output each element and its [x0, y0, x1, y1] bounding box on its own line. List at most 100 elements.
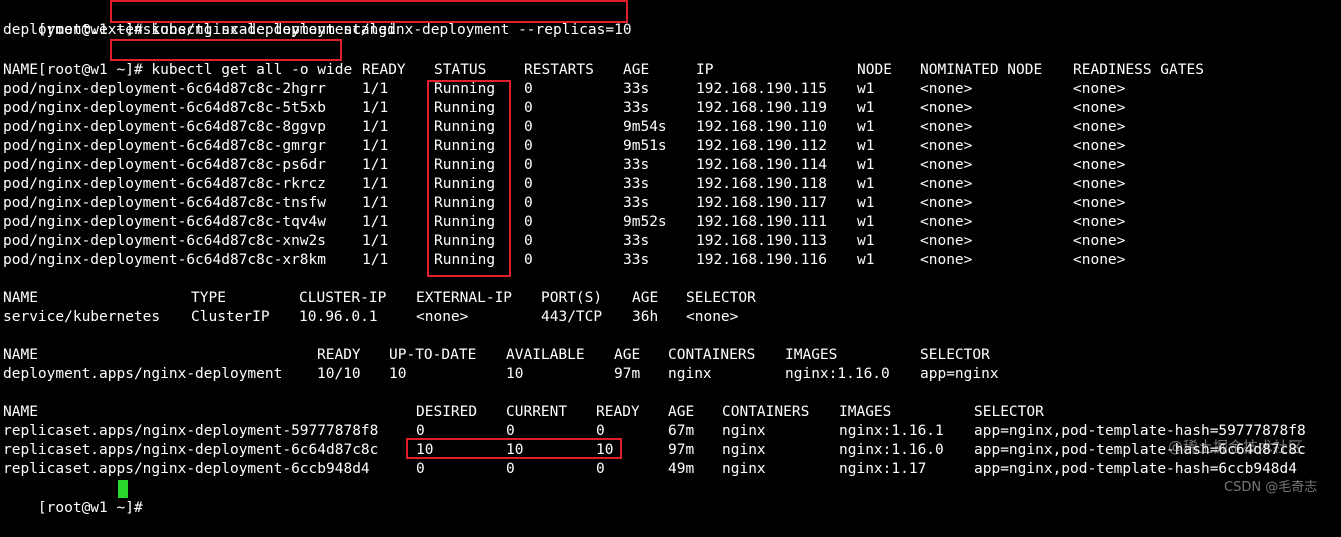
pod-row-cell: 1/1: [362, 100, 389, 116]
pod-row-cell: 33s: [623, 157, 650, 173]
watermark-csdn: CSDN @毛奇志: [1224, 480, 1318, 495]
pod-row-cell: <none>: [920, 100, 973, 116]
pods-header-row-cell: READINESS GATES: [1073, 62, 1204, 78]
pod-row-cell: pod/nginx-deployment-6c64d87c8c-gmrgr: [3, 138, 327, 154]
service-row-cell: service/kubernetes: [3, 309, 161, 325]
pod-row-cell: 0: [524, 119, 533, 135]
replicaset-row-cell: replicaset.apps/nginx-deployment-5977787…: [3, 423, 379, 439]
pod-row-cell: 192.168.190.113: [696, 233, 827, 249]
pods-header-row-cell: IP: [696, 62, 714, 78]
pod-row-cell: <none>: [920, 138, 973, 154]
svc-header-row-cell: PORT(S): [541, 290, 603, 306]
service-row-cell: <none>: [686, 309, 739, 325]
prompt: [root@w1 ~]#: [37, 500, 143, 516]
deployment-row-cell: nginx: [668, 366, 712, 382]
pod-row-cell: <none>: [920, 81, 973, 97]
pod-row-cell: 192.168.190.119: [696, 100, 827, 116]
pod-row-cell: 192.168.190.110: [696, 119, 827, 135]
pod-row-cell: <none>: [1073, 176, 1126, 192]
svc-header-row-cell: NAME: [3, 290, 38, 306]
pods-header-row-cell: STATUS: [434, 62, 487, 78]
replicaset-row-cell: nginx:1.17: [839, 461, 927, 477]
pod-row-cell: <none>: [920, 195, 973, 211]
pod-row-cell: 192.168.190.114: [696, 157, 827, 173]
terminal-cursor[interactable]: [118, 480, 128, 498]
pod-row-cell: 1/1: [362, 119, 389, 135]
replicaset-row-cell: replicaset.apps/nginx-deployment-6c64d87…: [3, 442, 379, 458]
dep-header-row-cell: AGE: [614, 347, 641, 363]
pod-row-cell: pod/nginx-deployment-6c64d87c8c-rkrcz: [3, 176, 327, 192]
deployment-row-cell: 10: [506, 366, 524, 382]
pod-row-cell: w1: [857, 233, 875, 249]
dep-header-row-cell: SELECTOR: [920, 347, 990, 363]
highlight-box-status-column: [427, 80, 511, 277]
pod-row-cell: <none>: [920, 176, 973, 192]
pod-row-cell: pod/nginx-deployment-6c64d87c8c-ps6dr: [3, 157, 327, 173]
pod-row-cell: 192.168.190.117: [696, 195, 827, 211]
pod-row-cell: <none>: [1073, 214, 1126, 230]
replicaset-row-cell: 0: [416, 461, 425, 477]
pod-row-cell: pod/nginx-deployment-6c64d87c8c-xr8km: [3, 252, 327, 268]
pod-row-cell: 0: [524, 214, 533, 230]
pod-row-cell: pod/nginx-deployment-6c64d87c8c-xnw2s: [3, 233, 327, 249]
pod-row-cell: 1/1: [362, 81, 389, 97]
dep-header-row-cell: NAME: [3, 347, 38, 363]
pods-header-row-cell: RESTARTS: [524, 62, 594, 78]
pod-row-cell: 192.168.190.115: [696, 81, 827, 97]
pod-row-cell: pod/nginx-deployment-6c64d87c8c-tqv4w: [3, 214, 327, 230]
pod-row-cell: <none>: [920, 233, 973, 249]
replicaset-row-cell: nginx:1.16.0: [839, 442, 944, 458]
pod-row-cell: <none>: [1073, 138, 1126, 154]
pods-header-row-cell: READY: [362, 62, 406, 78]
replicaset-row-cell: nginx: [722, 442, 766, 458]
dep-header-row-cell: UP-TO-DATE: [389, 347, 477, 363]
pod-row-cell: 33s: [623, 100, 650, 116]
pod-row-cell: <none>: [920, 119, 973, 135]
deployment-row-cell: nginx:1.16.0: [785, 366, 890, 382]
pod-row-cell: 9m52s: [623, 214, 667, 230]
pod-row-cell: w1: [857, 119, 875, 135]
pod-row-cell: 33s: [623, 252, 650, 268]
pod-row-cell: 1/1: [362, 157, 389, 173]
pod-row-cell: w1: [857, 252, 875, 268]
pods-header-row-cell: NODE: [857, 62, 892, 78]
pod-row-cell: 192.168.190.118: [696, 176, 827, 192]
pod-row-cell: 192.168.190.116: [696, 252, 827, 268]
service-row-cell: <none>: [416, 309, 469, 325]
dep-header-row-cell: READY: [317, 347, 361, 363]
pod-row-cell: w1: [857, 157, 875, 173]
svc-header-row-cell: AGE: [632, 290, 659, 306]
replicaset-row-cell: nginx:1.16.1: [839, 423, 944, 439]
pod-row-cell: w1: [857, 100, 875, 116]
pod-row-cell: w1: [857, 176, 875, 192]
pod-row-cell: 192.168.190.112: [696, 138, 827, 154]
pod-row-cell: 33s: [623, 233, 650, 249]
pod-row-cell: <none>: [920, 214, 973, 230]
pod-row-cell: <none>: [920, 252, 973, 268]
pod-row-cell: 0: [524, 252, 533, 268]
rs-header-row-cell: SELECTOR: [974, 404, 1044, 420]
highlight-box-replicaset-counts: [406, 438, 622, 459]
pod-row-cell: 192.168.190.111: [696, 214, 827, 230]
pod-row-cell: 1/1: [362, 214, 389, 230]
prompt: [root@w1 ~]#: [37, 62, 143, 78]
pod-row-cell: <none>: [1073, 195, 1126, 211]
pod-row-cell: pod/nginx-deployment-6c64d87c8c-8ggvp: [3, 119, 327, 135]
replicaset-row-cell: replicaset.apps/nginx-deployment-6ccb948…: [3, 461, 370, 477]
deployment-row-cell: 10: [389, 366, 407, 382]
svc-header-row-cell: CLUSTER-IP: [299, 290, 387, 306]
rs-header-row-cell: AGE: [668, 404, 695, 420]
svc-header-row-cell: TYPE: [191, 290, 226, 306]
dep-header-row-cell: IMAGES: [785, 347, 838, 363]
highlight-box-get-command: [110, 39, 342, 61]
highlight-box-scale-command: [110, 0, 628, 23]
output-line: deployment.extensions/nginx-deployment s…: [3, 22, 396, 38]
pod-row-cell: <none>: [1073, 157, 1126, 173]
pod-row-cell: <none>: [1073, 119, 1126, 135]
pod-row-cell: pod/nginx-deployment-6c64d87c8c-2hgrr: [3, 81, 327, 97]
pod-row-cell: 33s: [623, 176, 650, 192]
rs-header-row-cell: CURRENT: [506, 404, 568, 420]
dep-header-row-cell: CONTAINERS: [668, 347, 756, 363]
pod-row-cell: w1: [857, 138, 875, 154]
service-row-cell: 36h: [632, 309, 659, 325]
